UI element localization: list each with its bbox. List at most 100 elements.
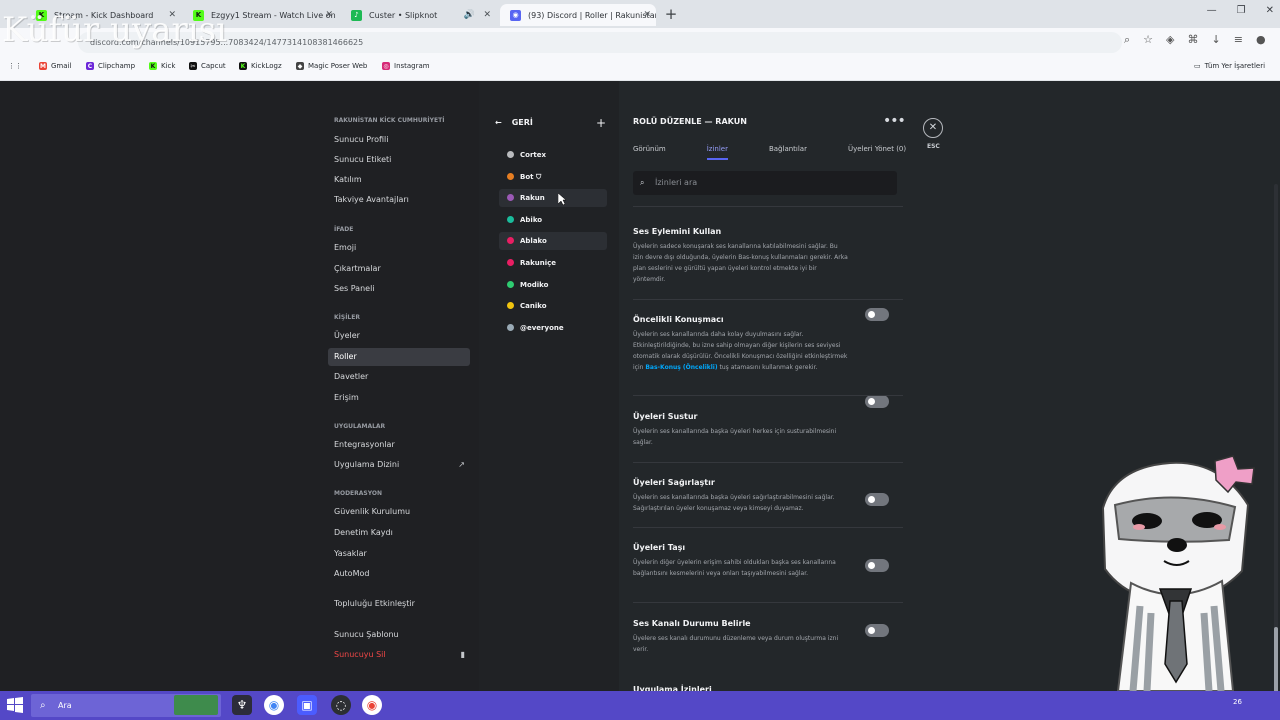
role-rakunice[interactable]: Rakuniçe (499, 254, 607, 272)
close-settings-button[interactable]: ✕ (923, 118, 943, 138)
extensions-icon[interactable]: ⌘ (1188, 33, 1199, 47)
back-label: GERİ (511, 118, 533, 127)
role-caniko[interactable]: Caniko (499, 297, 607, 315)
divider (633, 602, 903, 603)
role-modiko[interactable]: Modiko (499, 276, 607, 294)
page-title: ROLÜ DÜZENLE — RAKUN (633, 117, 747, 126)
vtube-studio-icon[interactable]: ♆ (232, 695, 252, 715)
sidebar-item-roles[interactable]: Roller (328, 348, 470, 366)
role-everyone[interactable]: @everyone (499, 319, 607, 337)
permission-use-voice-activity: Ses Eylemini Kullan Üyelerin sadece konu… (633, 227, 848, 283)
obs-icon[interactable]: ◌ (331, 695, 351, 715)
tab-permissions[interactable]: İzinler (706, 145, 728, 160)
tab-links[interactable]: Bağlantılar (769, 145, 807, 160)
toggle-priority-speaker[interactable] (865, 395, 889, 408)
role-list-panel: ← GERİ + Cortex Bot ⛉ Rakun Abiko Ablako … (479, 81, 619, 691)
bookmark-instagram[interactable]: ◎ Instagram (382, 62, 430, 70)
browser-tab-discord[interactable]: ◉ (93) Discord | Roller | Rakunistan ✕ (500, 4, 656, 26)
sidebar-item-bans[interactable]: Yasaklar (328, 545, 470, 563)
priority-keybind-link[interactable]: Bas-Konuş (Öncelikli) (645, 364, 717, 371)
delete-server-button[interactable]: Sunucuyu Sil ▮ (328, 646, 470, 664)
chrome-alt-icon[interactable]: ◉ (362, 695, 382, 715)
arrow-left-icon: ← (495, 118, 502, 127)
shield-icon[interactable]: ◈ (1166, 33, 1174, 47)
sidebar-item-automod[interactable]: AutoMod (328, 565, 470, 583)
role-color-dot (507, 216, 514, 223)
bookmark-magic-poser[interactable]: ◆ Magic Poser Web (296, 62, 367, 70)
sidebar-item-server-template[interactable]: Sunucu Şablonu (328, 626, 470, 644)
star-icon[interactable]: ☆ (1143, 33, 1153, 47)
profile-icon[interactable]: ● (1256, 33, 1266, 47)
gmail-icon: M (39, 62, 47, 70)
sidebar-item-app-directory[interactable]: Uygulama Dizini ↗ (328, 456, 470, 474)
sidebar-item-integrations[interactable]: Entegrasyonlar (328, 436, 470, 454)
sidebar-item-invites[interactable]: Davetler (328, 368, 470, 386)
close-window-icon[interactable]: ✕ (1266, 5, 1274, 16)
chrome-icon[interactable]: ◉ (264, 695, 284, 715)
media-icon[interactable]: ≡ (1234, 33, 1243, 47)
close-icon[interactable]: ✕ (643, 10, 651, 20)
divider (633, 462, 903, 463)
role-rakun[interactable]: Rakun (499, 189, 607, 207)
discord-icon: ◉ (510, 9, 521, 21)
sidebar-item-soundboard[interactable]: Ses Paneli (328, 280, 470, 298)
server-name: RAKUNİSTAN KİCK CUMHURİYETİ (334, 117, 445, 124)
sidebar-item-stickers[interactable]: Çıkartmalar (328, 260, 470, 278)
all-bookmarks[interactable]: ▭ Tüm Yer İşaretleri (1194, 62, 1265, 70)
bookmark-kick[interactable]: K Kick (149, 62, 175, 70)
tab-manage-members[interactable]: Üyeleri Yönet (0) (848, 145, 906, 160)
magic-poser-icon: ◆ (296, 62, 304, 70)
sidebar-item-enable-community[interactable]: Topluluğu Etkinleştir (328, 595, 470, 613)
bookmark-gmail[interactable]: M Gmail (39, 62, 71, 70)
sidebar-item-boost-perks[interactable]: Takviye Avantajları (328, 191, 470, 209)
raccoon-avatar-icon (1101, 455, 1255, 691)
permission-priority-speaker: Öncelikli Konuşmacı Üyelerin ses kanalla… (633, 315, 848, 371)
tab-display[interactable]: Görünüm (633, 145, 666, 160)
speaker-icon[interactable]: 🔊 (464, 10, 475, 20)
search-highlight-image (174, 695, 218, 715)
kick-icon: K (149, 62, 157, 70)
trash-icon: ▮ (460, 650, 465, 659)
shield-icon: ⛉ (535, 173, 542, 181)
sidebar-item-members[interactable]: Üyeler (328, 327, 470, 345)
new-tab-button[interactable]: + (662, 5, 680, 23)
address-bar[interactable]: discord.com/channels/10915795...7083424/… (78, 32, 1122, 53)
window-controls: — ❐ ✕ (1207, 5, 1274, 16)
permission-search-input[interactable]: ⌕ İzinleri ara (633, 171, 897, 195)
sidebar-item-onboarding[interactable]: Katılım (328, 171, 470, 189)
sidebar-item-emoji[interactable]: Emoji (328, 239, 470, 257)
file-icon[interactable]: ▣ (297, 695, 317, 715)
role-bot[interactable]: Bot ⛉ (499, 168, 607, 186)
role-ablako[interactable]: Ablako (499, 232, 607, 250)
role-color-dot (507, 173, 514, 180)
zoom-icon[interactable]: ⌕ (1124, 33, 1130, 47)
more-options-icon[interactable]: ••• (883, 113, 906, 129)
restore-icon[interactable]: ❐ (1237, 5, 1246, 16)
bookmarks-bar: ⋮⋮ M Gmail C Clipchamp K Kick ✂ Capcut K Kick… (0, 56, 1280, 81)
sidebar-item-audit-log[interactable]: Denetim Kaydı (328, 524, 470, 542)
sidebar-item-access[interactable]: Erişim (328, 389, 470, 407)
windows-start-icon[interactable] (7, 697, 23, 713)
taskbar-search[interactable]: ⌕ Ara (31, 694, 221, 717)
divider (633, 206, 903, 207)
scrollbar[interactable] (1274, 184, 1278, 715)
bookmark-clipchamp[interactable]: C Clipchamp (86, 62, 135, 70)
spotify-icon: ♪ (351, 9, 362, 21)
app-directory-label: Uygulama Dizini (334, 460, 400, 469)
role-abiko[interactable]: Abiko (499, 211, 607, 229)
close-icon[interactable]: ✕ (483, 10, 491, 20)
create-role-button[interactable]: + (596, 116, 606, 130)
sidebar-item-server-profile[interactable]: Sunucu Profili (328, 131, 470, 149)
bookmark-kicklogz[interactable]: K KickLogz (239, 62, 282, 70)
role-cortex[interactable]: Cortex (499, 146, 607, 164)
close-icon[interactable]: ✕ (325, 10, 333, 20)
apps-icon[interactable]: ⋮⋮ (8, 62, 22, 70)
download-icon[interactable]: ↓ (1212, 33, 1221, 47)
back-button[interactable]: ← GERİ (495, 118, 533, 127)
sidebar-item-server-tag[interactable]: Sunucu Etiketi (328, 151, 470, 169)
sidebar-item-safety-setup[interactable]: Güvenlik Kurulumu (328, 503, 470, 521)
minimize-icon[interactable]: — (1207, 5, 1217, 16)
bookmark-capcut[interactable]: ✂ Capcut (189, 62, 226, 70)
mouse-cursor-icon (558, 193, 566, 205)
browser-tab-spotify[interactable]: ♪ Custer • Slipknot 🔊 ✕ (341, 4, 496, 26)
